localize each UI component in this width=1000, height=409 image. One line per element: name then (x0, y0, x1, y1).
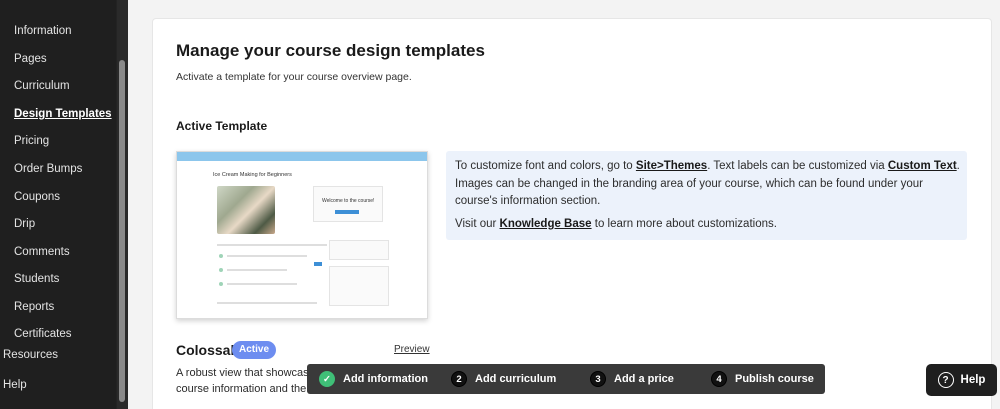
help-label: Help (960, 374, 986, 386)
info-text-part: to learn more about customizations. (591, 218, 777, 230)
step-label: Add information (343, 373, 428, 385)
step-label: Add curriculum (475, 373, 557, 385)
step-label: Add a price (614, 373, 674, 385)
thumbnail-header-bar (177, 152, 427, 161)
thumbnail-line (227, 269, 287, 271)
info-text-part: . Text labels can be customized via (707, 160, 888, 172)
thumbnail-course-image (217, 186, 275, 234)
sidebar-item-design-templates[interactable]: Design Templates (14, 108, 112, 120)
page-subtitle: Activate a template for your course over… (176, 71, 412, 83)
step-number: 3 (590, 371, 606, 387)
sidebar-item-coupons[interactable]: Coupons (14, 191, 60, 203)
active-template-heading: Active Template (176, 119, 268, 133)
step-add-price[interactable]: 3 Add a price (590, 364, 674, 394)
thumbnail-side-box (329, 266, 389, 306)
course-setup-stepper: ✓ Add information 2 Add curriculum 3 Add… (307, 364, 825, 394)
step-add-information[interactable]: ✓ Add information (319, 364, 428, 394)
sidebar-item-reports[interactable]: Reports (14, 301, 54, 313)
step-label: Publish course (735, 373, 814, 385)
sidebar-item-students[interactable]: Students (14, 273, 59, 285)
customization-info-text: To customize font and colors, go to Site… (455, 158, 960, 211)
info-text-part: Visit our (455, 218, 500, 230)
step-number: 4 (711, 371, 727, 387)
sidebar: Information Pages Curriculum Design Temp… (0, 0, 128, 409)
sidebar-item-certificates[interactable]: Certificates (14, 328, 72, 340)
sidebar-item-comments[interactable]: Comments (14, 246, 70, 258)
step-add-curriculum[interactable]: 2 Add curriculum (451, 364, 556, 394)
help-button[interactable]: ? Help (926, 364, 997, 396)
thumbnail-button (335, 210, 359, 214)
thumbnail-course-title: Ice Cream Making for Beginners (213, 172, 292, 178)
thumbnail-welcome-box (313, 186, 383, 222)
sidebar-item-curriculum[interactable]: Curriculum (14, 80, 70, 92)
check-icon: ✓ (319, 371, 335, 387)
site-themes-link[interactable]: Site>Themes (636, 160, 707, 172)
thumbnail-side-box (329, 240, 389, 260)
sidebar-item-resources[interactable]: Resources (3, 349, 58, 361)
thumbnail-line (217, 302, 317, 304)
active-badge: Active (232, 341, 277, 359)
step-publish-course[interactable]: 4 Publish course (711, 364, 814, 394)
thumbnail-dot (219, 268, 223, 272)
sidebar-item-order-bumps[interactable]: Order Bumps (14, 163, 82, 175)
question-circle-icon: ? (937, 372, 954, 388)
preview-link[interactable]: Preview (394, 344, 430, 355)
info-text-part: To customize font and colors, go to (455, 160, 636, 172)
knowledge-base-link[interactable]: Knowledge Base (500, 218, 592, 230)
thumbnail-dot (219, 282, 223, 286)
template-description-line: course information and the (176, 383, 307, 395)
thumbnail-line (227, 255, 307, 257)
sidebar-item-pages[interactable]: Pages (14, 53, 47, 65)
custom-text-link[interactable]: Custom Text (888, 160, 957, 172)
thumbnail-line (217, 244, 327, 246)
thumbnail-button (314, 262, 322, 266)
sidebar-item-information[interactable]: Information (14, 25, 72, 37)
template-thumbnail[interactable]: Ice Cream Making for Beginners Welcome t… (176, 151, 428, 319)
sidebar-item-help[interactable]: Help (3, 379, 27, 391)
thumbnail-line (227, 283, 297, 285)
thumbnail-welcome-text: Welcome to the course! (322, 198, 375, 204)
page-title: Manage your course design templates (176, 41, 485, 60)
customization-info-box: To customize font and colors, go to Site… (446, 151, 967, 240)
sidebar-item-drip[interactable]: Drip (14, 218, 35, 230)
sidebar-scrollbar-thumb[interactable] (119, 60, 125, 402)
sidebar-item-pricing[interactable]: Pricing (14, 135, 49, 147)
step-number: 2 (451, 371, 467, 387)
template-name: Colossal (176, 342, 235, 358)
template-description-line: A robust view that showcas (176, 367, 309, 379)
knowledge-base-text: Visit our Knowledge Base to learn more a… (455, 216, 960, 234)
thumbnail-dot (219, 254, 223, 258)
